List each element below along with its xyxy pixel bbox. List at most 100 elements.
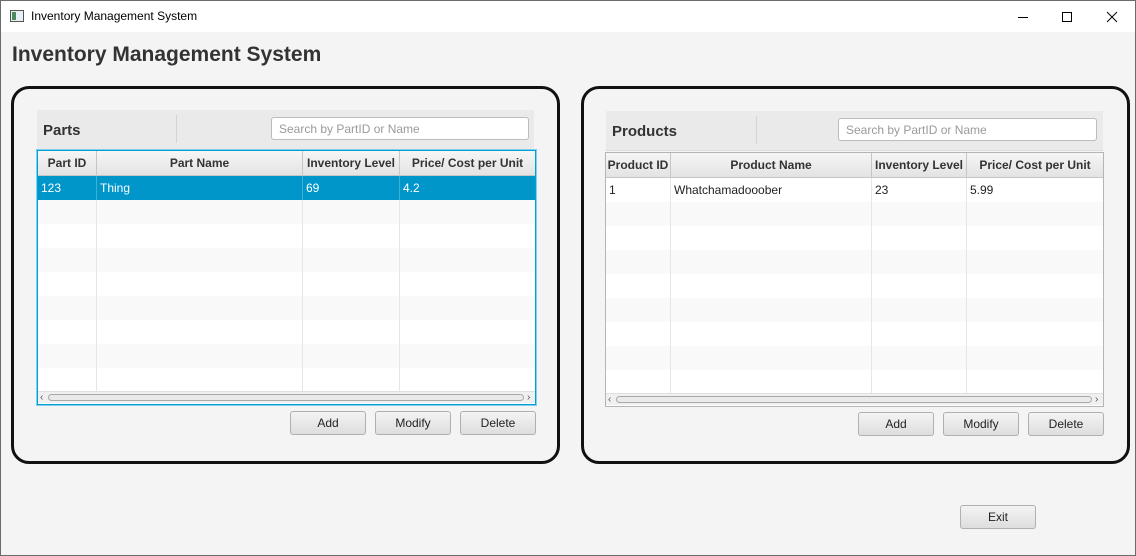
parts-search-input[interactable] (271, 117, 529, 140)
parts-add-button[interactable]: Add (290, 411, 366, 435)
parts-delete-button[interactable]: Delete (460, 411, 536, 435)
products-horizontal-scrollbar[interactable]: ‹ › (606, 393, 1103, 405)
empty-table-row (606, 274, 1103, 298)
empty-cell (671, 298, 872, 322)
empty-cell (38, 320, 97, 344)
scrollbar-thumb[interactable] (48, 394, 524, 401)
empty-cell (97, 344, 303, 368)
scroll-left-icon[interactable]: ‹ (608, 394, 611, 405)
empty-cell (872, 370, 967, 394)
empty-cell (671, 322, 872, 346)
maximize-button[interactable] (1044, 1, 1090, 32)
empty-cell (606, 226, 671, 250)
parts-table[interactable]: Part ID Part Name Inventory Level Price/… (37, 150, 536, 405)
empty-cell (303, 296, 400, 320)
empty-table-row (606, 322, 1103, 346)
column-header-inventory-level[interactable]: Inventory Level (303, 151, 400, 175)
empty-cell (38, 224, 97, 248)
app-window-icon (10, 10, 24, 22)
empty-cell (38, 272, 97, 296)
empty-cell (606, 298, 671, 322)
empty-cell (38, 368, 97, 392)
empty-cell (606, 346, 671, 370)
empty-cell (671, 370, 872, 394)
maximize-icon (1062, 11, 1072, 22)
empty-cell (872, 322, 967, 346)
scroll-right-icon[interactable]: › (1095, 394, 1098, 405)
empty-table-row (38, 248, 535, 272)
empty-cell (400, 224, 535, 248)
products-modify-button[interactable]: Modify (943, 412, 1019, 436)
column-header-price[interactable]: Price/ Cost per Unit (400, 151, 535, 175)
minimize-button[interactable] (1000, 1, 1046, 32)
parts-panel: Parts Part ID Part Name Inventory Level … (11, 86, 560, 464)
title-bar: Inventory Management System (1, 1, 1135, 32)
empty-cell (671, 202, 872, 226)
column-header-price[interactable]: Price/ Cost per Unit (967, 153, 1103, 177)
empty-cell (606, 370, 671, 394)
scroll-right-icon[interactable]: › (527, 392, 530, 403)
products-add-button[interactable]: Add (858, 412, 934, 436)
parts-horizontal-scrollbar[interactable]: ‹ › (38, 391, 535, 403)
products-panel: Products Product ID Product Name Invento… (581, 86, 1130, 464)
table-row[interactable]: 123 Thing 69 4.2 (38, 176, 535, 200)
products-table[interactable]: Product ID Product Name Inventory Level … (605, 152, 1104, 407)
empty-table-row (38, 224, 535, 248)
empty-table-row (38, 200, 535, 224)
products-header: Products (606, 111, 1103, 151)
empty-table-row (606, 370, 1103, 394)
empty-cell (872, 298, 967, 322)
parts-modify-button[interactable]: Modify (375, 411, 451, 435)
empty-table-row (38, 296, 535, 320)
empty-cell (872, 274, 967, 298)
empty-cell (400, 296, 535, 320)
empty-cell (967, 274, 1103, 298)
scroll-left-icon[interactable]: ‹ (40, 392, 43, 403)
empty-cell (606, 202, 671, 226)
cell-product-id: 1 (606, 178, 671, 202)
table-row[interactable]: 1 Whatchamadooober 23 5.99 (606, 178, 1103, 202)
cell-product-name: Whatchamadooober (671, 178, 872, 202)
header-divider (176, 115, 177, 143)
empty-table-row (606, 250, 1103, 274)
scrollbar-thumb[interactable] (616, 396, 1092, 403)
empty-cell (303, 224, 400, 248)
empty-cell (872, 226, 967, 250)
empty-cell (38, 248, 97, 272)
products-delete-button[interactable]: Delete (1028, 412, 1104, 436)
empty-cell (400, 320, 535, 344)
empty-cell (967, 250, 1103, 274)
empty-cell (38, 344, 97, 368)
empty-cell (671, 346, 872, 370)
empty-cell (671, 226, 872, 250)
empty-cell (303, 200, 400, 224)
close-button[interactable] (1089, 1, 1135, 32)
empty-cell (400, 368, 535, 392)
empty-cell (97, 296, 303, 320)
exit-button[interactable]: Exit (960, 505, 1036, 529)
empty-table-row (38, 272, 535, 296)
column-header-product-name[interactable]: Product Name (671, 153, 872, 177)
parts-title: Parts (43, 122, 81, 139)
page-title: Inventory Management System (12, 43, 322, 66)
empty-cell (303, 368, 400, 392)
column-header-product-id[interactable]: Product ID (606, 153, 671, 177)
products-table-header: Product ID Product Name Inventory Level … (606, 153, 1103, 178)
empty-cell (97, 248, 303, 272)
cell-inventory-level: 23 (872, 178, 967, 202)
window-title: Inventory Management System (31, 9, 198, 23)
empty-cell (671, 250, 872, 274)
empty-cell (872, 202, 967, 226)
empty-cell (606, 250, 671, 274)
header-divider (756, 116, 757, 144)
cell-inventory-level: 69 (303, 176, 400, 200)
empty-cell (967, 322, 1103, 346)
empty-cell (671, 274, 872, 298)
column-header-part-id[interactable]: Part ID (38, 151, 97, 175)
parts-header: Parts (37, 110, 534, 150)
products-search-input[interactable] (838, 118, 1097, 141)
empty-cell (967, 298, 1103, 322)
empty-cell (400, 248, 535, 272)
column-header-inventory-level[interactable]: Inventory Level (872, 153, 967, 177)
column-header-part-name[interactable]: Part Name (97, 151, 303, 175)
